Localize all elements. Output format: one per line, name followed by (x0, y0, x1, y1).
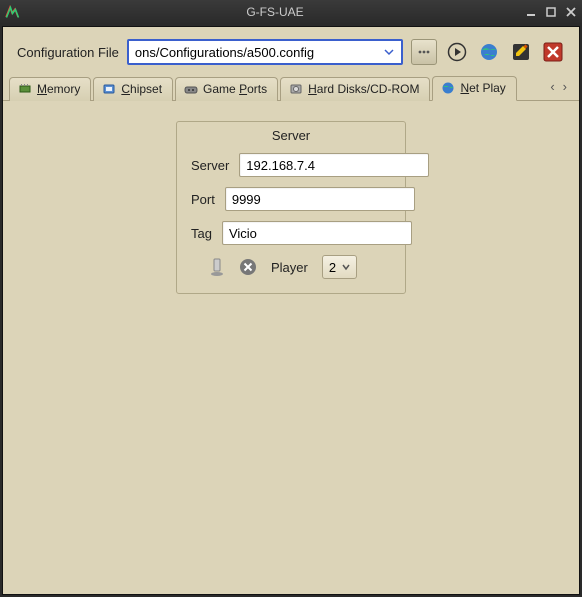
tab-scroll-left[interactable]: ‹ (550, 79, 554, 94)
tab-net-play[interactable]: Net Play (432, 76, 516, 101)
delete-button[interactable] (541, 40, 565, 64)
client-area: Configuration File (2, 26, 580, 595)
edit-icon[interactable] (509, 40, 533, 64)
server-row: Server (191, 153, 391, 177)
port-row: Port (191, 187, 391, 211)
action-row: Player 2 (191, 255, 391, 279)
tab-content: Server Server Port Tag (3, 101, 579, 594)
window-controls (524, 5, 578, 19)
config-file-input[interactable] (135, 45, 381, 60)
app-window: G-FS-UAE Configuration File (0, 0, 582, 597)
port-label: Port (191, 192, 215, 207)
maximize-button[interactable] (544, 5, 558, 19)
tab-scroll-right[interactable]: › (563, 79, 567, 94)
port-input[interactable] (225, 187, 415, 211)
config-toolbar: Configuration File (3, 27, 579, 75)
app-icon (4, 4, 20, 20)
player-select[interactable]: 2 (322, 255, 357, 279)
harddisk-icon (289, 82, 303, 96)
tab-hard-disks[interactable]: Hard Disks/CD-ROM (280, 77, 430, 101)
group-title: Server (191, 128, 391, 143)
tab-scroll: ‹ › (544, 75, 573, 100)
gameports-icon (184, 82, 198, 96)
memory-icon (18, 82, 32, 96)
window-title: G-FS-UAE (26, 5, 524, 19)
close-button[interactable] (564, 5, 578, 19)
netplay-icon (441, 81, 455, 95)
minimize-button[interactable] (524, 5, 538, 19)
play-button[interactable] (445, 40, 469, 64)
globe-icon[interactable] (477, 40, 501, 64)
chipset-icon (102, 82, 116, 96)
tab-memory[interactable]: Memory (9, 77, 91, 101)
server-group: Server Server Port Tag (176, 121, 406, 294)
tag-input[interactable] (222, 221, 412, 245)
chevron-down-icon (342, 263, 350, 271)
tab-game-ports[interactable]: Game Ports (175, 77, 278, 101)
player-value: 2 (329, 260, 336, 275)
browse-button[interactable] (411, 39, 437, 65)
cancel-icon[interactable] (239, 258, 257, 276)
server-run-icon[interactable] (209, 257, 225, 277)
titlebar: G-FS-UAE (0, 0, 582, 24)
chevron-down-icon[interactable] (381, 44, 397, 60)
server-input[interactable] (239, 153, 429, 177)
server-label: Server (191, 158, 229, 173)
tab-chipset[interactable]: Chipset (93, 77, 173, 101)
tab-bar: Memory Chipset Game Ports Hard Disks/CD-… (3, 75, 579, 101)
config-file-combo[interactable] (127, 39, 403, 65)
player-label: Player (271, 260, 308, 275)
config-file-label: Configuration File (17, 45, 119, 60)
tag-label: Tag (191, 226, 212, 241)
tag-row: Tag (191, 221, 391, 245)
